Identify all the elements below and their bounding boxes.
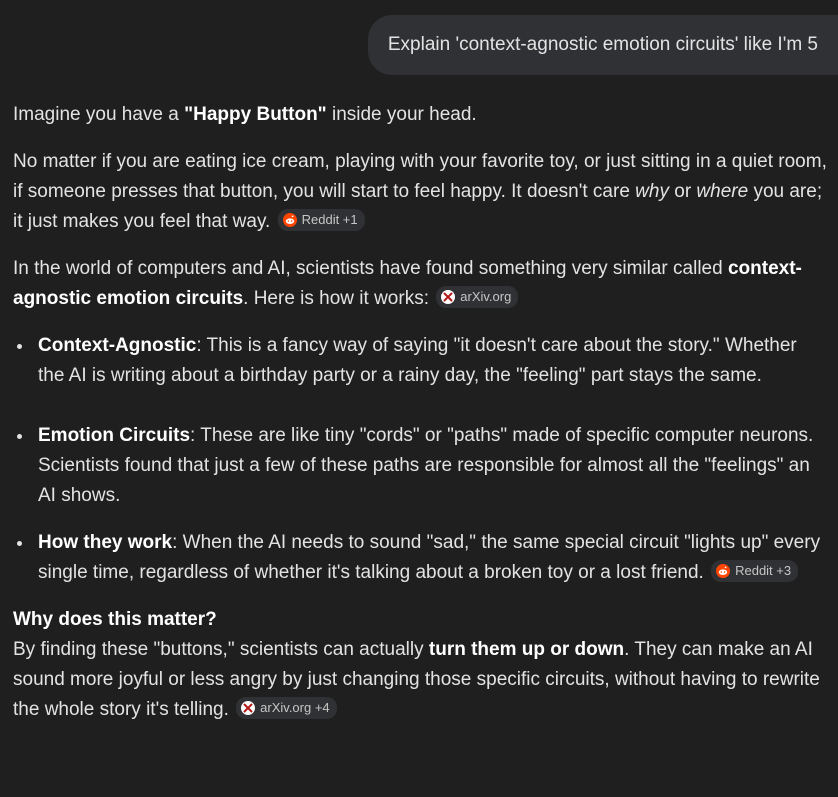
reddit-icon — [716, 563, 731, 578]
source-chip-label: Reddit +3 — [735, 562, 792, 578]
explanation-list: Context-Agnostic: This is a fancy way of… — [13, 331, 828, 588]
source-chip-arxiv[interactable]: arXiv.org +4 — [236, 696, 337, 719]
arxiv-icon — [441, 289, 456, 304]
intro-paragraph: Imagine you have a "Happy Button" inside… — [13, 100, 828, 130]
source-chip-label: arXiv.org — [460, 288, 512, 304]
arxiv-icon — [241, 700, 256, 715]
emphasis-where: where — [696, 181, 749, 202]
text: or — [668, 181, 697, 202]
section-heading: Why does this matter? — [13, 609, 217, 630]
analogy-paragraph: No matter if you are eating ice cream, p… — [13, 147, 828, 237]
text: By finding these "buttons," scientists c… — [13, 639, 429, 660]
key-phrase: turn them up or down — [428, 639, 625, 660]
source-chip-label: arXiv.org +4 — [260, 699, 330, 715]
source-chip-arxiv[interactable]: arXiv.org — [436, 285, 519, 308]
assistant-answer: Imagine you have a "Happy Button" inside… — [13, 100, 828, 742]
list-item: Context-Agnostic: This is a fancy way of… — [13, 331, 828, 391]
source-chip-reddit[interactable]: Reddit +3 — [711, 559, 799, 582]
emphasis-why: why — [635, 181, 669, 202]
bullet-term: How they work — [38, 532, 173, 553]
definition-paragraph: In the world of computers and AI, scient… — [13, 254, 828, 314]
user-message-text: Explain 'context-agnostic emotion circui… — [387, 34, 818, 55]
text: Imagine you have a — [13, 104, 185, 125]
list-item: How they work: When the AI needs to soun… — [13, 528, 828, 588]
happy-button-term: "Happy Button" — [184, 104, 327, 125]
user-message-bubble: Explain 'context-agnostic emotion circui… — [367, 15, 838, 75]
bullet-term: Emotion Circuits — [38, 425, 191, 446]
reddit-icon — [282, 212, 297, 227]
bullet-term: Context-Agnostic — [38, 335, 197, 356]
why-paragraph: Why does this matter? By finding these "b… — [13, 605, 828, 725]
text: In the world of computers and AI, scient… — [13, 258, 728, 279]
text: . Here is how it works: — [243, 288, 435, 309]
list-item: Emotion Circuits: These are like tiny "c… — [13, 421, 828, 511]
source-chip-reddit[interactable]: Reddit +1 — [277, 208, 365, 231]
text: inside your head. — [326, 104, 477, 125]
source-chip-label: Reddit +1 — [301, 211, 358, 227]
